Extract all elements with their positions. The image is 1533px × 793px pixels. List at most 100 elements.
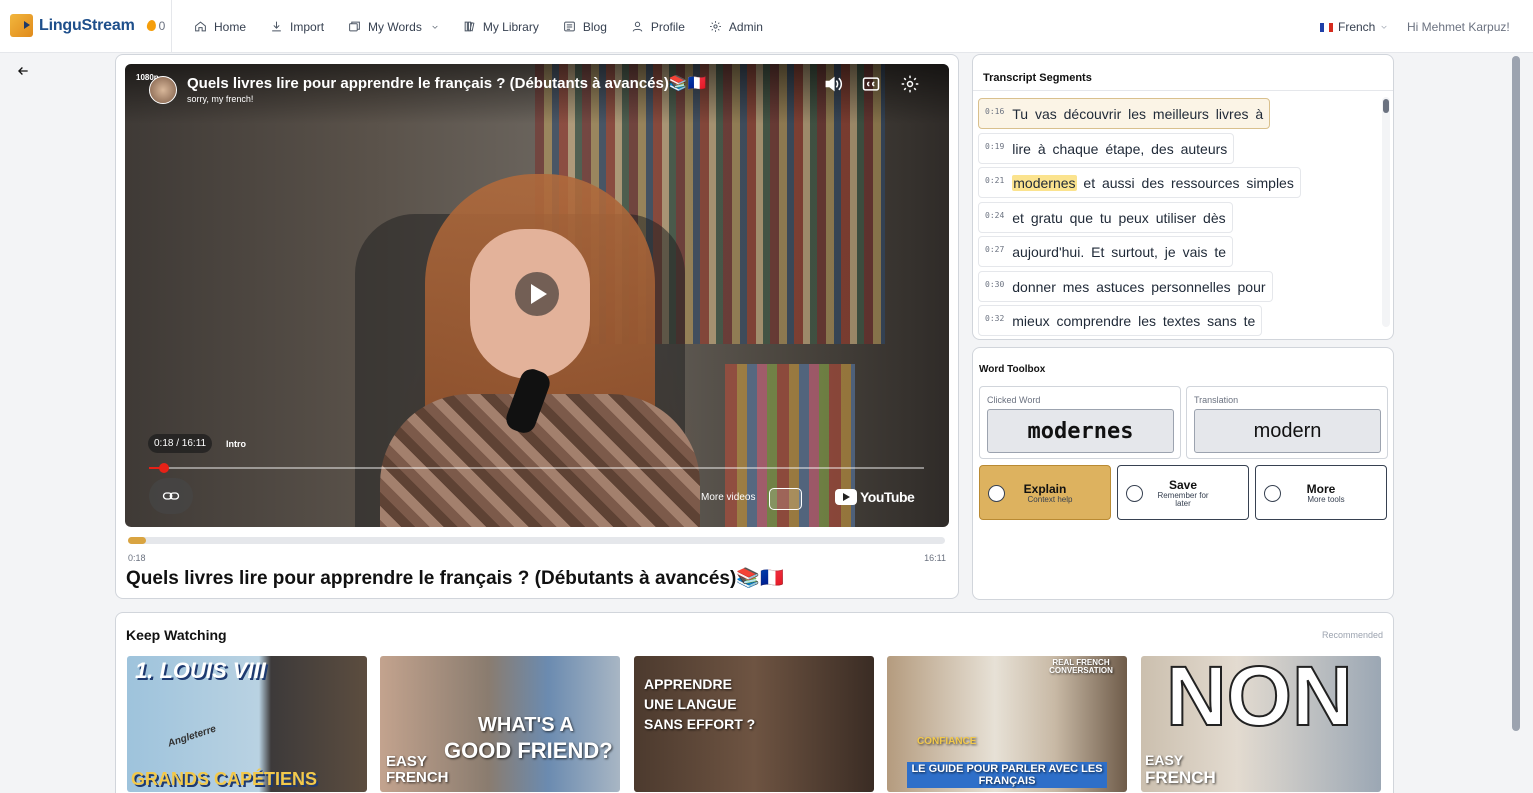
segment-text[interactable]: lire à chaque étape, des auteurs (1012, 141, 1227, 157)
segment-text[interactable]: Tu vas découvrir les meilleurs livres à (1012, 106, 1263, 122)
thumbnail-caption: CONFIANCE (917, 736, 977, 747)
transcript-segment[interactable]: 0:16 Tu vas découvrir les meilleurs livr… (978, 98, 1271, 129)
toolbox-title: Word Toolbox (979, 364, 1046, 375)
more-videos-label[interactable]: More videos (701, 492, 755, 503)
channel-name[interactable]: sorry, my french! (187, 94, 253, 104)
translation-box: Translation modern (1186, 386, 1388, 459)
transcript-panel: Transcript Segments 0:16 Tu vas découvri… (972, 54, 1394, 340)
user-greeting[interactable]: Hi Mehmet Karpuz! (1407, 20, 1510, 34)
segment-time: 0:19 (985, 142, 1005, 151)
nav-my-library-label: My Library (482, 19, 539, 34)
segment-text-rest[interactable]: et aussi des ressources simples (1077, 175, 1293, 191)
explain-button[interactable]: Explain Context help (979, 465, 1111, 520)
thumbnail-caption: LE GUIDE POUR PARLER AVEC LES FRANÇAIS (907, 762, 1107, 788)
video-thumbnail[interactable]: REAL FRENCH CONVERSATION CONFIANCE LE GU… (887, 656, 1127, 792)
brand[interactable]: LinguStream 0 (10, 14, 165, 37)
keep-watching-title: Keep Watching (126, 627, 227, 643)
settings-gear-icon[interactable] (900, 74, 920, 94)
transcript-segment[interactable]: 0:27 aujourd'hui. Et surtout, je vais te (978, 236, 1234, 267)
copy-link-button[interactable] (149, 478, 193, 514)
segment-text[interactable]: modernes et aussi des ressources simples (1012, 174, 1294, 191)
segment-time: 0:24 (985, 211, 1005, 220)
segment-time: 0:27 (985, 245, 1005, 254)
thumbnail-caption: NON (1165, 656, 1354, 744)
clicked-word-box: Clicked Word modernes (979, 386, 1181, 459)
segment-time: 0:21 (985, 176, 1005, 185)
thumbnail-caption: UNE LANGUE (644, 696, 737, 712)
chevron-down-icon (1381, 25, 1387, 29)
segment-text[interactable]: aujourd'hui. Et surtout, je vais te (1012, 244, 1226, 260)
nav-import-label: Import (290, 19, 325, 34)
thumbnail-caption: FRENCH (1145, 768, 1216, 787)
segment-text[interactable]: donner mes astuces personnelles pour (1012, 279, 1265, 295)
segment-time: 0:16 (985, 107, 1005, 116)
nav-blog[interactable]: Blog (563, 20, 607, 34)
flame-icon (145, 19, 157, 32)
more-videos-icon[interactable] (769, 488, 802, 510)
transcript-scrollbar-thumb[interactable] (1383, 99, 1389, 113)
page-scrollbar-thumb[interactable] (1512, 56, 1520, 731)
nav-my-words-label: My Words (368, 19, 422, 34)
explain-sub: Context help (1027, 495, 1073, 504)
chapter-label[interactable]: Intro (226, 439, 246, 449)
keep-watching-section: Keep Watching Recommended 1. LOUIS VIII … (115, 612, 1394, 793)
clicked-word-field[interactable]: modernes (987, 409, 1174, 453)
volume-icon[interactable] (823, 74, 843, 94)
blog-icon (563, 21, 575, 32)
video-thumbnail[interactable]: NON EASY FRENCH (1141, 656, 1381, 792)
nav-admin[interactable]: Admin (709, 20, 763, 34)
video-player[interactable]: 1080p Quels livres lire pour apprendre l… (125, 64, 949, 527)
nav-my-words[interactable]: My Words (348, 20, 439, 34)
scrubber-handle[interactable] (158, 463, 169, 473)
nav-my-library[interactable]: My Library (463, 20, 539, 34)
more-label: More (1306, 482, 1336, 496)
video-progress-bar[interactable] (128, 537, 945, 544)
language-selector[interactable]: French (1320, 20, 1388, 34)
transcript-segment[interactable]: 0:32 mieux comprendre les textes sans te (978, 305, 1263, 336)
video-thumbnail[interactable]: APPRENDRE UNE LANGUE SANS EFFORT ? (634, 656, 874, 792)
save-button[interactable]: Save Remember for later (1117, 465, 1249, 520)
top-navbar: LinguStream 0 Home Import My Words My Li… (0, 0, 1533, 53)
page-scrollbar[interactable] (1511, 54, 1521, 793)
nav-blog-label: Blog (582, 19, 607, 34)
video-thumbnail[interactable]: WHAT'S A GOOD FRIEND? EASY FRENCH (380, 656, 620, 792)
video-progress-fill (128, 537, 146, 544)
transcript-scrollbar[interactable] (1382, 97, 1390, 327)
nav-profile[interactable]: Profile (631, 20, 685, 34)
video-frame-shirt (380, 394, 700, 527)
more-tools-button[interactable]: More More tools (1255, 465, 1387, 520)
main-nav: Home Import My Words My Library Blog Pro… (194, 0, 787, 53)
segment-time: 0:32 (985, 314, 1005, 323)
translation-field[interactable]: modern (1194, 409, 1381, 453)
nav-home[interactable]: Home (194, 20, 246, 34)
transcript-segment[interactable]: 0:21 modernes et aussi des ressources si… (978, 167, 1301, 198)
current-time: 0:18 (128, 553, 146, 563)
download-icon (272, 21, 281, 32)
segment-text[interactable]: mieux comprendre les textes sans te (1012, 313, 1255, 329)
back-arrow-icon[interactable] (16, 64, 30, 78)
chevron-down-icon (432, 25, 438, 29)
thumbnail-caption: GRANDS CAPÉTIENS (131, 769, 318, 789)
player-title[interactable]: Quels livres lire pour apprendre le fran… (187, 74, 706, 92)
clicked-word-label: Clicked Word (987, 395, 1041, 405)
nav-divider (171, 0, 172, 53)
captions-icon[interactable] (861, 74, 881, 94)
user-icon (632, 21, 643, 32)
player-scrubber[interactable] (149, 463, 924, 473)
brand-name: LinguStream (39, 16, 135, 34)
transcript-segment[interactable]: 0:24 et gratu que tu peux utiliser dès (978, 202, 1233, 233)
video-thumbnail[interactable]: 1. LOUIS VIII Angleterre GRANDS CAPÉTIEN… (127, 656, 367, 792)
nav-import[interactable]: Import (270, 20, 324, 34)
transcript-title: Transcript Segments (983, 72, 1092, 84)
youtube-logo[interactable]: YouTube (835, 489, 915, 505)
segment-time: 0:30 (985, 280, 1005, 289)
transcript-segment[interactable]: 0:30 donner mes astuces personnelles pou… (978, 271, 1273, 302)
video-panel: 1080p Quels livres lire pour apprendre l… (115, 54, 959, 599)
play-button[interactable] (515, 272, 559, 316)
transcript-segment[interactable]: 0:19 lire à chaque étape, des auteurs (978, 133, 1235, 164)
home-icon (195, 21, 206, 32)
youtube-label: YouTube (860, 489, 915, 505)
highlighted-word[interactable]: modernes (1012, 174, 1077, 191)
segment-text[interactable]: et gratu que tu peux utiliser dès (1012, 210, 1225, 226)
channel-avatar[interactable] (149, 76, 177, 104)
